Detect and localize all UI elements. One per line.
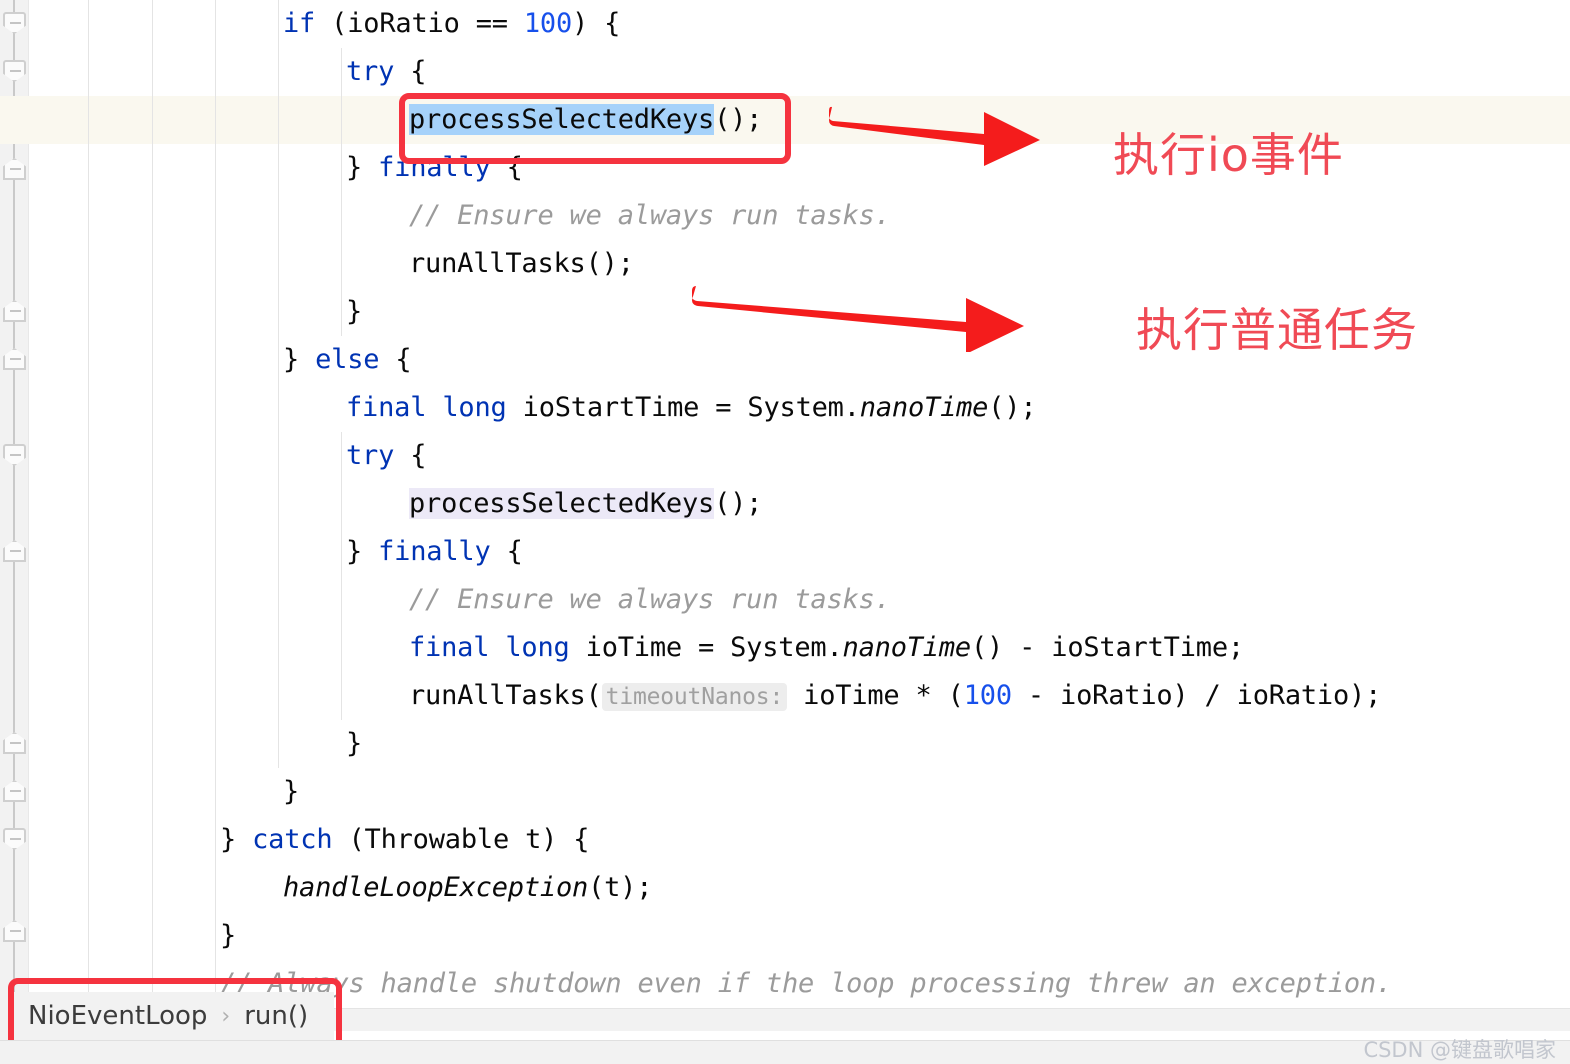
code-line[interactable]: } [283,768,1570,816]
code-line[interactable]: if (ioRatio == 100) { [283,0,1570,48]
annotation-note-tasks: 执行普通任务 [1136,303,1418,357]
highlight-box-process-selected-keys [399,93,791,164]
code-line[interactable]: processSelectedKeys(); [409,480,1570,528]
code-line[interactable]: } catch (Throwable t) { [220,816,1570,864]
code-line[interactable]: final long ioTime = System.nanoTime() - … [409,624,1570,672]
code-line[interactable]: // Ensure we always run tasks. [409,576,1570,624]
code-line[interactable]: try { [346,432,1570,480]
arrow-to-note-io [829,106,1040,166]
arrow-to-note-tasks [692,286,1024,352]
watermark: CSDN @键盘歌唱家 [1363,1038,1556,1062]
code-line[interactable]: runAllTasks(timeoutNanos: ioTime * (100 … [409,672,1570,720]
status-bar [0,1040,1570,1064]
code-editor[interactable]: if (ioRatio == 100) { try { processSelec… [0,0,1570,1064]
code-line[interactable]: final long ioStartTime = System.nanoTime… [346,384,1570,432]
code-line[interactable]: // Always handle shutdown even if the lo… [220,960,1570,1008]
code-line[interactable]: try { [346,48,1570,96]
annotation-note-io: 执行io事件 [1113,128,1344,182]
code-line[interactable]: } [220,912,1570,960]
code-line[interactable]: handleLoopException(t); [283,864,1570,912]
code-line[interactable]: // Ensure we always run tasks. [409,192,1570,240]
parameter-hint: timeoutNanos: [601,683,788,711]
code-line[interactable]: } finally { [346,528,1570,576]
code-line[interactable]: } [346,720,1570,768]
